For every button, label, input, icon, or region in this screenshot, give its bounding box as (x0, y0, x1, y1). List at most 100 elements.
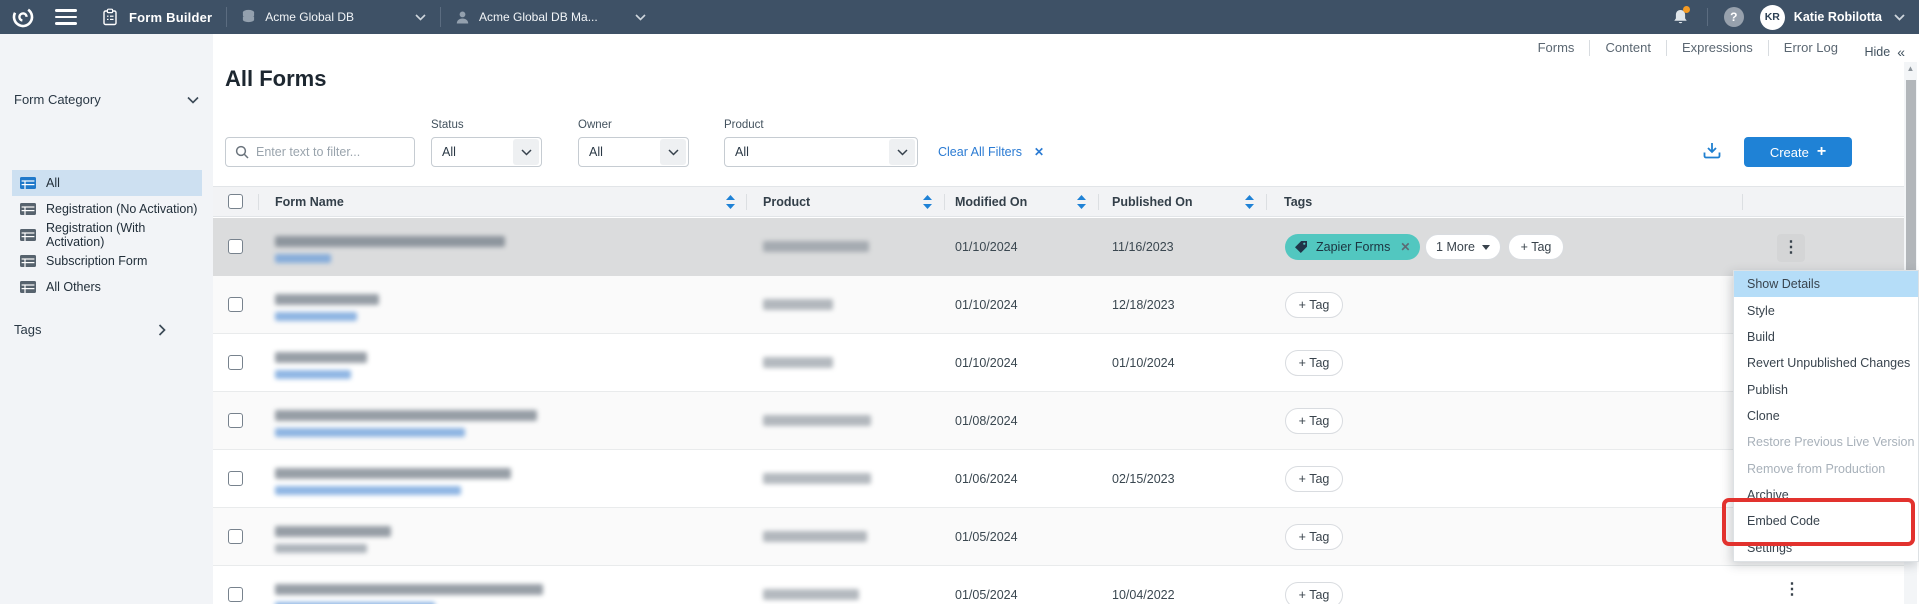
hamburger-menu-icon[interactable] (55, 9, 77, 25)
redacted-product (763, 473, 871, 484)
create-button[interactable]: Create + (1744, 137, 1852, 167)
table-row[interactable]: 01/10/2024 11/16/2023 Zapier Forms ✕ 1 M… (213, 218, 1904, 276)
add-tag-button[interactable]: + Tag (1508, 234, 1564, 260)
more-tags-button[interactable]: 1 More (1425, 234, 1501, 260)
add-tag-button[interactable]: + Tag (1285, 350, 1343, 376)
tab-forms[interactable]: Forms (1523, 34, 1590, 62)
hide-label: Hide (1864, 45, 1890, 59)
published-on-date: 01/10/2024 (1112, 356, 1175, 370)
status-filter-value: All (442, 145, 456, 159)
select-all-checkbox[interactable] (228, 194, 243, 209)
app-logo-icon[interactable] (11, 5, 35, 29)
menu-item-embed-code[interactable]: Embed Code (1734, 508, 1918, 534)
tab-content[interactable]: Content (1590, 34, 1666, 62)
search-input[interactable] (256, 145, 406, 159)
redacted-form-link[interactable] (275, 428, 465, 437)
owner-filter-select[interactable]: All (578, 137, 689, 167)
redacted-form-link[interactable] (275, 254, 331, 263)
environment-selector[interactable]: Acme Global DB Ma... (455, 10, 646, 25)
redacted-form-link[interactable] (275, 486, 461, 495)
status-filter-select[interactable]: All (431, 137, 542, 167)
category-icon (20, 281, 36, 293)
sidebar-item-all-others[interactable]: All Others (12, 274, 202, 300)
table-row[interactable]: 01/05/2024 + Tag (213, 508, 1904, 566)
chevron-down-icon[interactable] (1894, 14, 1905, 21)
menu-item-show-details[interactable]: Show Details (1734, 271, 1918, 297)
module-tabbar: Forms Content Expressions Error Log (213, 34, 1919, 62)
row-actions-kebab-button[interactable]: ⋮ (1784, 582, 1800, 598)
row-checkbox[interactable] (228, 587, 243, 602)
tag-pill[interactable]: Zapier Forms ✕ (1285, 234, 1420, 260)
table-row[interactable]: 01/08/2024 + Tag (213, 392, 1904, 450)
top-navbar: Form Builder Acme Global DB (0, 0, 1919, 34)
redacted-form-subtext (275, 544, 367, 553)
row-checkbox[interactable] (228, 413, 243, 428)
sidebar-item-registration-no-activation[interactable]: Registration (No Activation) (12, 196, 202, 222)
add-tag-button[interactable]: + Tag (1285, 466, 1343, 492)
divider (1707, 8, 1708, 26)
sidebar-tags-section[interactable]: Tags (14, 322, 166, 337)
column-header-form-name[interactable]: Form Name (275, 187, 344, 216)
modified-on-date: 01/05/2024 (955, 588, 1018, 602)
redacted-form-link[interactable] (275, 312, 357, 321)
menu-item-style[interactable]: Style (1734, 297, 1918, 323)
menu-item-publish[interactable]: Publish (1734, 376, 1918, 402)
avatar[interactable]: KR (1760, 5, 1785, 30)
column-header-modified-on[interactable]: Modified On (955, 187, 1027, 216)
add-tag-button[interactable]: + Tag (1285, 524, 1343, 550)
redacted-form-link[interactable] (275, 370, 351, 379)
add-tag-button[interactable]: + Tag (1285, 408, 1343, 434)
table-row[interactable]: 01/10/2024 01/10/2024 + Tag (213, 334, 1904, 392)
form-category-header[interactable]: Form Category (14, 92, 199, 107)
table-row[interactable]: 01/05/2024 10/04/2022 + Tag ⋮ (213, 566, 1904, 604)
sidebar-item-subscription-form[interactable]: Subscription Form (12, 248, 202, 274)
download-icon[interactable] (1702, 141, 1722, 160)
menu-item-remove-from-production: Remove from Production (1734, 456, 1918, 482)
column-header-tags[interactable]: Tags (1284, 187, 1312, 216)
add-tag-button[interactable]: + Tag (1285, 582, 1343, 604)
add-tag-button[interactable]: + Tag (1285, 292, 1343, 318)
menu-item-settings[interactable]: Settings (1734, 535, 1918, 561)
table-row[interactable]: 01/10/2024 12/18/2023 + Tag (213, 276, 1904, 334)
sidebar-item-registration-with-activation[interactable]: Registration (With Activation) (12, 222, 202, 248)
sort-icon[interactable] (1077, 187, 1086, 216)
modified-on-date: 01/10/2024 (955, 240, 1018, 254)
sort-icon[interactable] (1245, 187, 1254, 216)
sort-icon[interactable] (726, 187, 735, 216)
scroll-up-arrow[interactable]: ▲ (1904, 64, 1917, 73)
divider (1098, 194, 1099, 210)
sidebar-collapse-button[interactable]: Hide « (1864, 44, 1905, 60)
sort-icon[interactable] (923, 187, 932, 216)
tab-expressions[interactable]: Expressions (1667, 34, 1768, 62)
row-actions-kebab-button[interactable]: ⋮ (1777, 234, 1805, 262)
help-icon[interactable]: ? (1724, 7, 1744, 27)
row-checkbox[interactable] (228, 297, 243, 312)
menu-item-archive[interactable]: Archive (1734, 482, 1918, 508)
product-filter-select[interactable]: All (724, 137, 918, 167)
row-checkbox[interactable] (228, 529, 243, 544)
redacted-product (763, 241, 869, 252)
clear-all-filters-button[interactable]: Clear All Filters ✕ (938, 145, 1044, 159)
redacted-form-name (275, 352, 367, 363)
column-header-published-on[interactable]: Published On (1112, 187, 1193, 216)
owner-filter-value: All (589, 145, 603, 159)
chevron-down-icon (187, 96, 199, 104)
menu-item-clone[interactable]: Clone (1734, 403, 1918, 429)
notifications-bell-icon[interactable] (1672, 8, 1689, 26)
sidebar-item-all[interactable]: All (12, 170, 202, 196)
column-header-product[interactable]: Product (763, 187, 810, 216)
tab-error-log[interactable]: Error Log (1769, 34, 1853, 62)
menu-item-revert-unpublished-changes[interactable]: Revert Unpublished Changes (1734, 350, 1918, 376)
sidebar-item-label: All Others (46, 280, 101, 294)
redacted-form-name (275, 410, 537, 421)
menu-item-build[interactable]: Build (1734, 324, 1918, 350)
table-row[interactable]: 01/06/2024 02/15/2023 + Tag (213, 450, 1904, 508)
database-selector[interactable]: Acme Global DB (241, 9, 426, 25)
tag-label: Zapier Forms (1316, 240, 1390, 254)
collapse-chevrons-icon: « (1897, 44, 1905, 60)
row-checkbox[interactable] (228, 239, 243, 254)
remove-tag-icon[interactable]: ✕ (1400, 240, 1410, 254)
row-checkbox[interactable] (228, 355, 243, 370)
category-icon (20, 255, 36, 267)
row-checkbox[interactable] (228, 471, 243, 486)
